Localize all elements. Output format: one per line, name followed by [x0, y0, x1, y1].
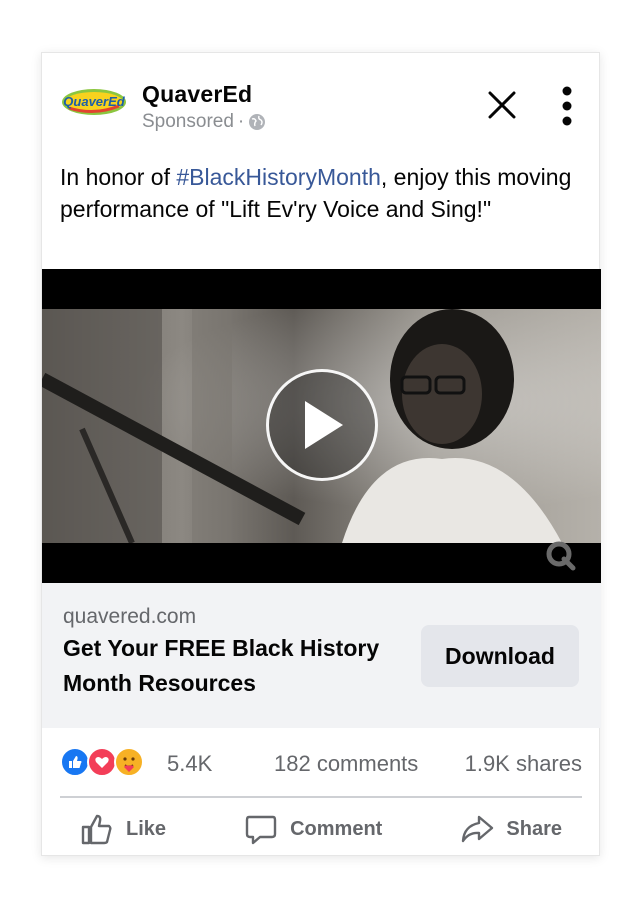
- meta-separator: ·: [237, 111, 245, 132]
- svg-text:QuaverEd: QuaverEd: [63, 94, 125, 109]
- thumbs-up-icon: [81, 814, 112, 845]
- reaction-count[interactable]: 5.4K: [167, 751, 212, 777]
- shares-count[interactable]: 1.9K shares: [465, 751, 582, 777]
- page-name[interactable]: QuaverEd: [142, 81, 252, 108]
- close-button[interactable]: [482, 85, 522, 125]
- link-domain: quavered.com: [63, 605, 197, 628]
- ad-post-card: QuaverEd QuaverEd Sponsored · In honor o…: [41, 52, 601, 856]
- play-icon: [305, 401, 343, 449]
- like-button[interactable]: Like: [60, 805, 186, 853]
- caption-text-start: In honor of: [60, 164, 177, 190]
- link-headline[interactable]: Get Your FREE Black History Month Resour…: [63, 631, 403, 701]
- more-vertical-icon: [562, 86, 572, 126]
- post-header: QuaverEd QuaverEd Sponsored ·: [42, 53, 599, 153]
- reactions-summary: 5.4K 182 comments 1.9K shares: [60, 745, 582, 781]
- like-label: Like: [126, 817, 167, 840]
- globe-icon: [248, 113, 266, 131]
- more-options-button[interactable]: [552, 83, 582, 129]
- hashtag-link[interactable]: #BlackHistoryMonth: [176, 164, 381, 190]
- comment-label: Comment: [290, 817, 383, 840]
- download-button[interactable]: Download: [421, 625, 579, 687]
- play-button[interactable]: [266, 369, 378, 481]
- sponsored-label[interactable]: Sponsored: [142, 111, 234, 133]
- share-arrow-icon: [462, 815, 494, 843]
- reaction-icons[interactable]: [60, 747, 144, 777]
- share-button[interactable]: Share: [440, 805, 582, 853]
- love-reaction-icon: [87, 747, 117, 777]
- video-watermark-icon: [546, 541, 576, 571]
- post-caption: In honor of #BlackHistoryMonth, enjoy th…: [60, 161, 580, 225]
- comment-bubble-icon: [245, 815, 277, 845]
- post-meta: Sponsored ·: [142, 111, 266, 133]
- close-icon: [488, 91, 516, 119]
- comments-count[interactable]: 182 comments: [274, 751, 418, 777]
- action-bar: Like Comment Share: [60, 805, 582, 853]
- comment-button[interactable]: Comment: [224, 805, 402, 853]
- page-logo[interactable]: QuaverEd: [61, 86, 127, 118]
- link-preview[interactable]: quavered.com Get Your FREE Black History…: [42, 583, 601, 728]
- share-label: Share: [506, 817, 562, 840]
- video-player[interactable]: [42, 269, 601, 583]
- like-reaction-icon: [60, 747, 90, 777]
- divider: [60, 796, 582, 798]
- care-reaction-icon: [114, 747, 144, 777]
